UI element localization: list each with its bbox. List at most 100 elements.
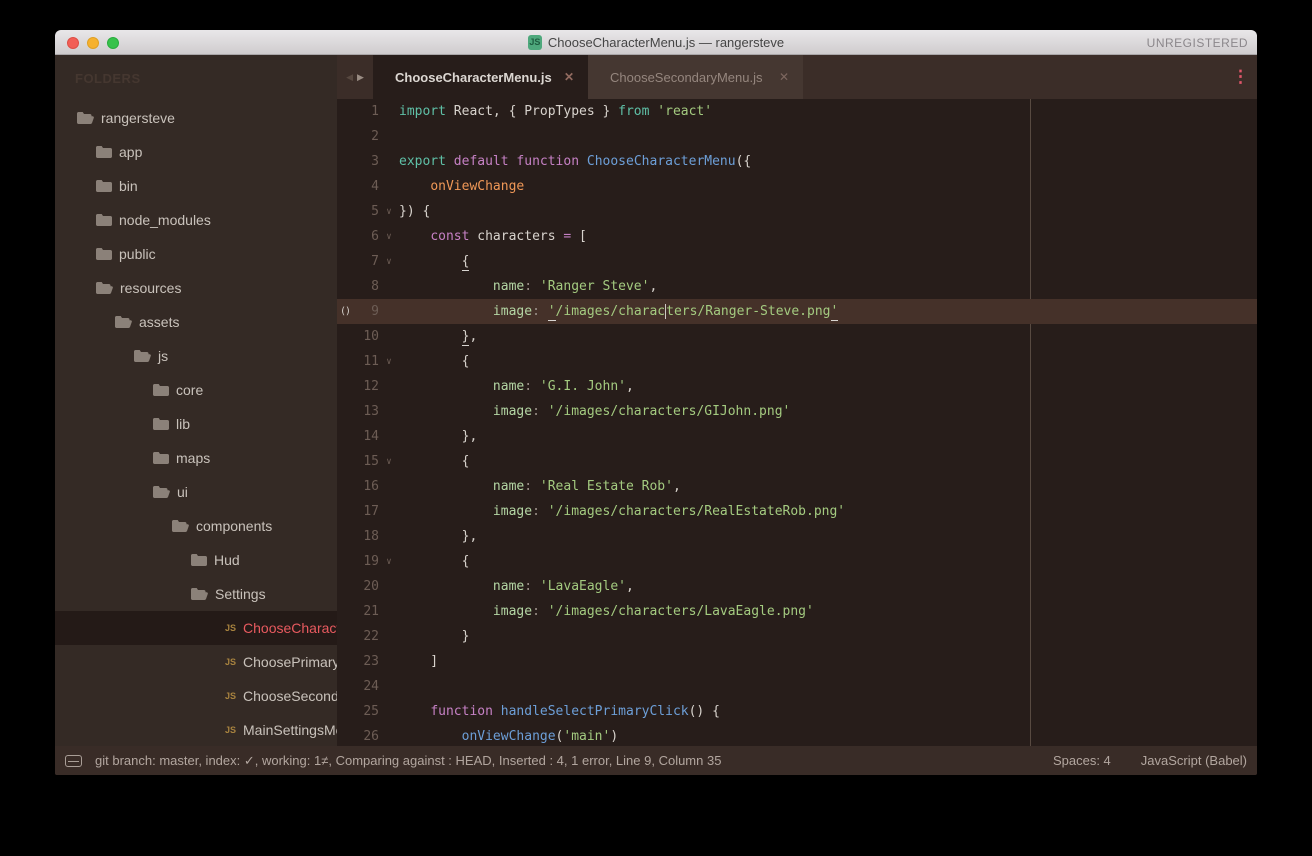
js-file-badge-icon: JS (225, 691, 236, 701)
gutter: 23 (337, 649, 399, 674)
sidebar-item-label: rangersteve (101, 110, 175, 126)
sidebar-item-label: Hud (214, 552, 240, 568)
sidebar-item-rangersteve[interactable]: rangersteve (55, 101, 337, 135)
panel-switcher-icon[interactable] (65, 755, 82, 767)
zoom-window-button[interactable] (107, 37, 119, 49)
sidebar-item-app[interactable]: app (55, 135, 337, 169)
code-line: 24 (337, 674, 1257, 699)
gutter: 22 (337, 624, 399, 649)
code-line: 5∨}) { (337, 199, 1257, 224)
gutter: 4 (337, 174, 399, 199)
indentation-indicator[interactable]: Spaces: 4 (1053, 753, 1111, 768)
line-number: 5 (353, 204, 379, 219)
tab-choosecharactermenu-js[interactable]: ChooseCharacterMenu.js✕ (373, 55, 588, 99)
gutter: 7∨ (337, 249, 399, 274)
line-number: 7 (353, 254, 379, 269)
code-line-text: { (399, 254, 469, 269)
tab-close-icon[interactable]: ✕ (775, 70, 793, 84)
code-line: 10 }, (337, 324, 1257, 349)
sidebar-item-settings[interactable]: Settings (55, 577, 337, 611)
fold-arrow-icon[interactable]: ∨ (379, 457, 399, 467)
fold-arrow-icon[interactable]: ∨ (379, 257, 399, 267)
code-line-text: export default function ChooseCharacterM… (399, 154, 751, 169)
code-line: 26 onViewChange('main') (337, 724, 1257, 746)
sidebar-item-assets[interactable]: assets (55, 305, 337, 339)
js-file-icon: JS (528, 35, 542, 50)
sidebar-item-mainsettingsme[interactable]: JSMainSettingsMe (55, 713, 337, 746)
sidebar-item-core[interactable]: core (55, 373, 337, 407)
gutter: 3 (337, 149, 399, 174)
license-status-label: UNREGISTERED (1147, 30, 1248, 55)
fold-arrow-icon[interactable]: ∨ (379, 557, 399, 567)
fold-arrow-icon[interactable]: ∨ (379, 357, 399, 367)
sidebar-item-bin[interactable]: bin (55, 169, 337, 203)
code-line-text: }, (399, 429, 477, 444)
sidebar-item-node-modules[interactable]: node_modules (55, 203, 337, 237)
line-number: 8 (353, 279, 379, 294)
sidebar-item-hud[interactable]: Hud (55, 543, 337, 577)
code-line-text: onViewChange (399, 179, 524, 194)
syntax-indicator[interactable]: JavaScript (Babel) (1141, 753, 1247, 768)
folder-open-icon (96, 282, 113, 294)
line-number: 16 (353, 479, 379, 494)
sidebar-item-js[interactable]: js (55, 339, 337, 373)
minimize-window-button[interactable] (87, 37, 99, 49)
tab-bar: ◀ ▶ ChooseCharacterMenu.js✕ChooseSeconda… (337, 55, 1257, 99)
sidebar-item-resources[interactable]: resources (55, 271, 337, 305)
sidebar-item-chooseprimarym[interactable]: JSChoosePrimaryM (55, 645, 337, 679)
code-line: 14 }, (337, 424, 1257, 449)
code-line-text: image: '/images/characters/RealEstateRob… (399, 504, 845, 519)
status-bar: git branch: master, index: ✓, working: 1… (55, 746, 1257, 775)
sidebar-item-choosecharacte[interactable]: JSChooseCharacte (55, 611, 337, 645)
line-number: 20 (353, 579, 379, 594)
code-line: 7∨ { (337, 249, 1257, 274)
code-line-text: } (399, 629, 469, 644)
sidebar-item-ui[interactable]: ui (55, 475, 337, 509)
close-window-button[interactable] (67, 37, 79, 49)
sidebar-item-lib[interactable]: lib (55, 407, 337, 441)
code-line-text: image: '/images/characters/LavaEagle.png… (399, 604, 814, 619)
line-number: 22 (353, 629, 379, 644)
code-line: 22 } (337, 624, 1257, 649)
line-number: 11 (353, 354, 379, 369)
sidebar-item-label: core (176, 382, 203, 398)
fold-arrow-icon[interactable]: ∨ (379, 232, 399, 242)
line-number: 9 (353, 304, 379, 319)
error-gutter-icon: () (337, 306, 353, 317)
history-forward-button[interactable]: ▶ (357, 72, 364, 83)
sidebar-item-label: ui (177, 484, 188, 500)
line-number: 6 (353, 229, 379, 244)
folder-icon (191, 554, 207, 566)
code-line: 23 ] (337, 649, 1257, 674)
code-line: 20 name: 'LavaEagle', (337, 574, 1257, 599)
tab-choosesecondarymenu-js[interactable]: ChooseSecondaryMenu.js✕ (588, 55, 803, 99)
overflow-menu-button[interactable]: ⋮ (1232, 55, 1249, 99)
sidebar-item-components[interactable]: components (55, 509, 337, 543)
tab-close-icon[interactable]: ✕ (560, 70, 578, 84)
line-number: 13 (353, 404, 379, 419)
line-number: 15 (353, 454, 379, 469)
code-line: 16 name: 'Real Estate Rob', (337, 474, 1257, 499)
sidebar-item-chooseseconda[interactable]: JSChooseSeconda (55, 679, 337, 713)
code-editor[interactable]: 1import React, { PropTypes } from 'react… (337, 99, 1257, 746)
code-line: 11∨ { (337, 349, 1257, 374)
fold-arrow-icon[interactable]: ∨ (379, 207, 399, 217)
history-back-button[interactable]: ◀ (346, 72, 353, 83)
sidebar-item-label: js (158, 348, 168, 364)
line-number: 23 (353, 654, 379, 669)
line-number: 3 (353, 154, 379, 169)
tab-label: ChooseSecondaryMenu.js (610, 70, 775, 85)
line-number: 26 (353, 729, 379, 744)
gutter: 18 (337, 524, 399, 549)
gutter: 6∨ (337, 224, 399, 249)
sidebar-item-maps[interactable]: maps (55, 441, 337, 475)
code-line-text: image: '/images/characters/GIJohn.png' (399, 404, 790, 419)
title-bar[interactable]: JS ChooseCharacterMenu.js — rangersteve … (55, 30, 1257, 55)
folders-header: FOLDERS (55, 67, 337, 91)
folder-icon (96, 180, 112, 192)
sidebar-item-public[interactable]: public (55, 237, 337, 271)
gutter: 26 (337, 724, 399, 746)
gutter: 21 (337, 599, 399, 624)
line-number: 1 (353, 104, 379, 119)
folder-icon (96, 248, 112, 260)
